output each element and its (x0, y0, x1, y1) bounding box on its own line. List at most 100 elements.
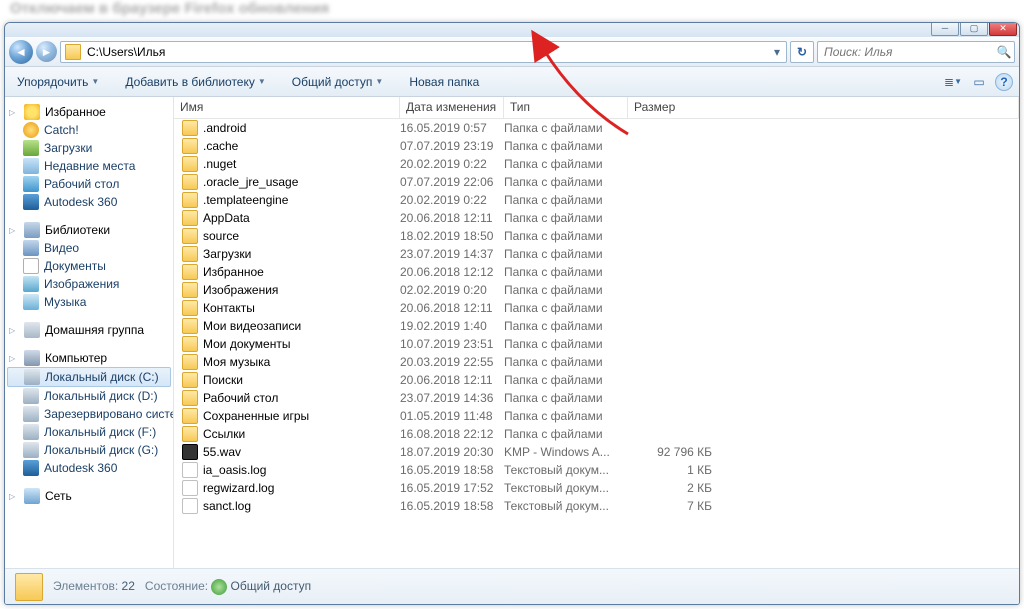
organize-button[interactable]: Упорядочить▼ (11, 71, 105, 93)
file-type: Папка с файлами (504, 247, 628, 261)
refresh-button[interactable]: ↻ (790, 41, 814, 63)
file-name: Сохраненные игры (203, 409, 309, 423)
file-row[interactable]: .templateengine20.02.2019 0:22Папка с фа… (174, 191, 1019, 209)
back-button[interactable]: ◄ (9, 40, 33, 64)
file-row[interactable]: Контакты20.06.2018 12:11Папка с файлами (174, 299, 1019, 317)
file-icon (182, 138, 198, 154)
sidebar-header[interactable]: Избранное (5, 103, 173, 121)
sidebar-item[interactable]: Недавние места (5, 157, 173, 175)
file-date: 16.05.2019 0:57 (400, 121, 504, 135)
file-type: Текстовый докум... (504, 481, 628, 495)
file-type: Папка с файлами (504, 373, 628, 387)
file-row[interactable]: source18.02.2019 18:50Папка с файлами (174, 227, 1019, 245)
file-name: ia_oasis.log (203, 463, 266, 477)
column-name[interactable]: Имя (174, 97, 400, 118)
sidebar-item[interactable]: Изображения (5, 275, 173, 293)
sidebar-item[interactable]: Локальный диск (G:) (5, 441, 173, 459)
view-options-button[interactable]: ≣ ▼ (943, 72, 963, 92)
sidebar-item[interactable]: Музыка (5, 293, 173, 311)
search-input[interactable] (818, 45, 994, 59)
file-row[interactable]: Мои документы10.07.2019 23:51Папка с фай… (174, 335, 1019, 353)
column-size[interactable]: Размер (628, 97, 1019, 118)
file-row[interactable]: .android16.05.2019 0:57Папка с файлами (174, 119, 1019, 137)
file-date: 23.07.2019 14:37 (400, 247, 504, 261)
sidebar-item[interactable]: Локальный диск (F:) (5, 423, 173, 441)
file-row[interactable]: AppData20.06.2018 12:11Папка с файлами (174, 209, 1019, 227)
sidebar-item[interactable]: Локальный диск (C:) (7, 367, 171, 387)
maximize-button[interactable]: ▢ (960, 23, 988, 36)
file-date: 20.06.2018 12:11 (400, 301, 504, 315)
new-folder-button[interactable]: Новая папка (403, 71, 485, 93)
file-date: 07.07.2019 23:19 (400, 139, 504, 153)
file-icon (182, 498, 198, 514)
address-bar[interactable]: C:\Users\Илья ▾ (60, 41, 787, 63)
file-row[interactable]: Рабочий стол23.07.2019 14:36Папка с файл… (174, 389, 1019, 407)
file-row[interactable]: 55.wav18.07.2019 20:30KMP - Windows A...… (174, 443, 1019, 461)
sidebar-header[interactable]: Домашняя группа (5, 321, 173, 339)
file-row[interactable]: sanct.log16.05.2019 18:58Текстовый докум… (174, 497, 1019, 515)
file-row[interactable]: regwizard.log16.05.2019 17:52Текстовый д… (174, 479, 1019, 497)
add-to-library-button[interactable]: Добавить в библиотеку▼ (119, 71, 271, 93)
sidebar-item[interactable]: Зарезервировано систе (5, 405, 173, 423)
toolbar: Упорядочить▼ Добавить в библиотеку▼ Общи… (5, 67, 1019, 97)
group-icon (24, 350, 40, 366)
sidebar-item[interactable]: Документы (5, 257, 173, 275)
column-date[interactable]: Дата изменения (400, 97, 504, 118)
file-icon (182, 444, 198, 460)
sidebar-item[interactable]: Видео (5, 239, 173, 257)
file-row[interactable]: ia_oasis.log16.05.2019 18:58Текстовый до… (174, 461, 1019, 479)
file-row[interactable]: Изображения02.02.2019 0:20Папка с файлам… (174, 281, 1019, 299)
sidebar-header[interactable]: Библиотеки (5, 221, 173, 239)
sidebar-item[interactable]: Локальный диск (D:) (5, 387, 173, 405)
file-type: KMP - Windows A... (504, 445, 628, 459)
search-icon[interactable]: 🔍 (994, 45, 1014, 59)
sidebar-item[interactable]: Загрузки (5, 139, 173, 157)
file-row[interactable]: Моя музыка20.03.2019 22:55Папка с файлам… (174, 353, 1019, 371)
file-icon (182, 462, 198, 478)
file-name: Мои документы (203, 337, 290, 351)
file-name: AppData (203, 211, 250, 225)
folder-icon (15, 573, 43, 601)
file-type: Папка с файлами (504, 301, 628, 315)
file-row[interactable]: Загрузки 23.07.2019 14:37Папка с файлами (174, 245, 1019, 263)
titlebar: ─ ▢ ✕ (5, 23, 1019, 37)
address-dropdown-icon[interactable]: ▾ (768, 45, 786, 59)
file-row[interactable]: Поиски20.06.2018 12:11Папка с файлами (174, 371, 1019, 389)
file-row[interactable]: Ссылки16.08.2018 22:12Папка с файлами (174, 425, 1019, 443)
close-button[interactable]: ✕ (989, 23, 1017, 36)
file-row[interactable]: .nuget20.02.2019 0:22Папка с файлами (174, 155, 1019, 173)
file-name: source (203, 229, 239, 243)
sidebar-item[interactable]: Autodesk 360 (5, 193, 173, 211)
file-type: Папка с файлами (504, 265, 628, 279)
file-row[interactable]: Избранное20.06.2018 12:12Папка с файлами (174, 263, 1019, 281)
preview-pane-button[interactable]: ▭ (969, 72, 989, 92)
file-type: Текстовый докум... (504, 463, 628, 477)
file-icon (182, 174, 198, 190)
item-icon (23, 158, 39, 174)
sidebar-item[interactable]: Catch! (5, 121, 173, 139)
sidebar-item[interactable]: Autodesk 360 (5, 459, 173, 477)
file-type: Папка с файлами (504, 121, 628, 135)
column-type[interactable]: Тип (504, 97, 628, 118)
sidebar-header[interactable]: Компьютер (5, 349, 173, 367)
help-button[interactable]: ? (995, 73, 1013, 91)
minimize-button[interactable]: ─ (931, 23, 959, 36)
search-box[interactable]: 🔍 (817, 41, 1015, 63)
file-name: Загрузки (203, 247, 251, 261)
forward-button[interactable]: ► (36, 41, 57, 62)
sidebar-item[interactable]: Рабочий стол (5, 175, 173, 193)
item-icon (23, 176, 39, 192)
file-row[interactable]: .oracle_jre_usage07.07.2019 22:06Папка с… (174, 173, 1019, 191)
share-button[interactable]: Общий доступ▼ (286, 71, 390, 93)
file-type: Текстовый докум... (504, 499, 628, 513)
sidebar-header[interactable]: Сеть (5, 487, 173, 505)
file-row[interactable]: .cache07.07.2019 23:19Папка с файлами (174, 137, 1019, 155)
file-date: 23.07.2019 14:36 (400, 391, 504, 405)
file-icon (182, 372, 198, 388)
file-name: Изображения (203, 283, 278, 297)
file-row[interactable]: Мои видеозаписи19.02.2019 1:40Папка с фа… (174, 317, 1019, 335)
file-type: Папка с файлами (504, 211, 628, 225)
file-date: 10.07.2019 23:51 (400, 337, 504, 351)
file-row[interactable]: Сохраненные игры01.05.2019 11:48Папка с … (174, 407, 1019, 425)
group-icon (24, 222, 40, 238)
